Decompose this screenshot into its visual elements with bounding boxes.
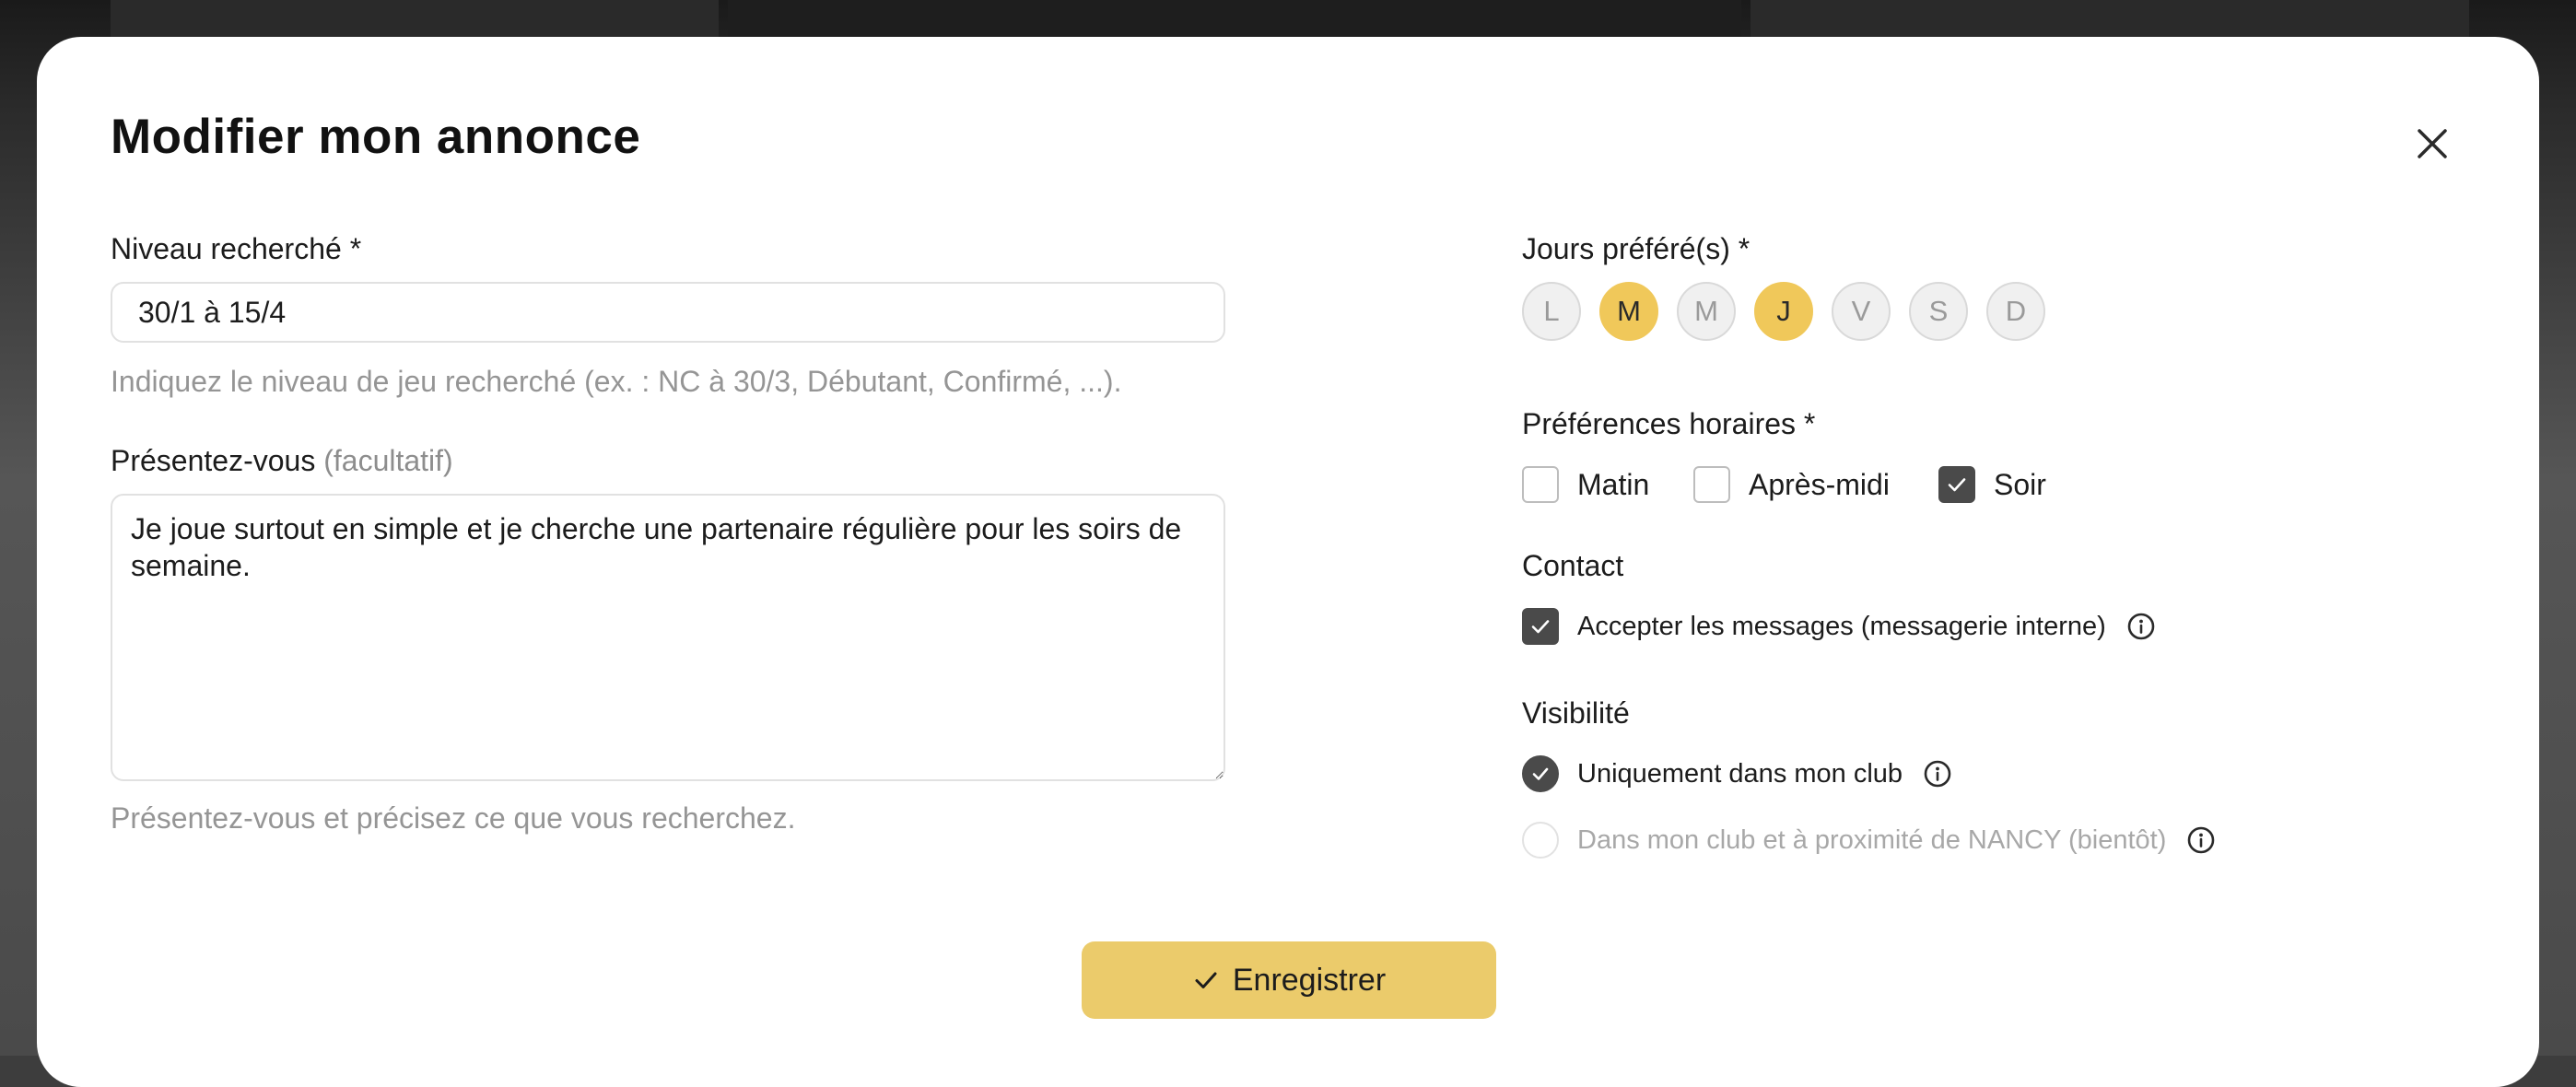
intro-label: Présentez-vous (facultatif) — [111, 444, 453, 478]
accept-messages-option[interactable]: Accepter les messages (messagerie intern… — [1522, 608, 2156, 645]
contact-label: Contact — [1522, 549, 1624, 582]
close-icon — [2418, 129, 2447, 158]
visibility-option-club[interactable]: Uniquement dans mon club — [1522, 755, 1952, 792]
visibility-club-info-button[interactable] — [1923, 759, 1952, 789]
day-toggle-tuesday[interactable]: M — [1599, 282, 1658, 341]
day-toggle-sunday[interactable]: D — [1986, 282, 2045, 341]
accept-messages-info-button[interactable] — [2126, 612, 2156, 641]
save-button-label: Enregistrer — [1232, 962, 1387, 998]
save-button[interactable]: Enregistrer — [1082, 941, 1496, 1019]
day-picker: L M M J V S D — [1522, 282, 2045, 341]
day-toggle-monday[interactable]: L — [1522, 282, 1581, 341]
morning-label: Matin — [1577, 467, 1650, 501]
backdrop-card — [728, 0, 1741, 37]
evening-label: Soir — [1994, 467, 2046, 501]
evening-checkbox[interactable] — [1938, 466, 1975, 503]
visibility-club-radio[interactable] — [1522, 755, 1559, 792]
checkmark-icon — [1532, 767, 1549, 780]
afternoon-checkbox[interactable] — [1693, 466, 1730, 503]
accept-messages-label: Accepter les messages (messagerie intern… — [1577, 611, 2106, 641]
intro-optional-text: (facultatif) — [323, 444, 453, 477]
intro-label-text: Présentez-vous — [111, 444, 316, 477]
backdrop-card — [111, 0, 719, 37]
time-preferences-label: Préférences horaires * — [1522, 407, 1816, 440]
info-icon — [2188, 826, 2215, 854]
day-toggle-saturday[interactable]: S — [1909, 282, 1968, 341]
check-icon — [1948, 478, 1966, 492]
visibility-option-nearby: Dans mon club et à proximité de NANCY (b… — [1522, 822, 2216, 859]
info-icon — [2127, 613, 2155, 640]
time-option-evening[interactable]: Soir — [1938, 466, 2046, 503]
day-toggle-friday[interactable]: V — [1832, 282, 1891, 341]
day-toggle-wednesday[interactable]: M — [1677, 282, 1736, 341]
time-option-afternoon[interactable]: Après-midi — [1693, 466, 1890, 503]
backdrop-card — [1751, 0, 2469, 37]
visibility-club-label: Uniquement dans mon club — [1577, 758, 1903, 789]
check-icon — [1531, 620, 1550, 634]
level-input[interactable] — [111, 282, 1225, 343]
intro-textarea[interactable]: Je joue surtout en simple et je cherche … — [111, 494, 1225, 781]
level-help-text: Indiquez le niveau de jeu recherché (ex.… — [111, 365, 1122, 398]
accept-messages-checkbox[interactable] — [1522, 608, 1559, 645]
visibility-nearby-label: Dans mon club et à proximité de NANCY (b… — [1577, 824, 2167, 855]
modal-title: Modifier mon annonce — [111, 110, 641, 164]
visibility-label: Visibilité — [1522, 696, 1630, 730]
visibility-nearby-info-button[interactable] — [2186, 825, 2216, 855]
check-icon — [1195, 972, 1217, 988]
intro-help-text: Présentez-vous et précisez ce que vous r… — [111, 801, 796, 835]
level-label: Niveau recherché * — [111, 232, 362, 265]
visibility-nearby-radio — [1522, 822, 1559, 859]
day-toggle-thursday[interactable]: J — [1754, 282, 1813, 341]
morning-checkbox[interactable] — [1522, 466, 1559, 503]
close-button[interactable] — [2406, 118, 2458, 169]
afternoon-label: Après-midi — [1749, 467, 1890, 501]
days-label: Jours préféré(s) * — [1522, 232, 1751, 265]
info-icon — [1924, 760, 1951, 788]
time-option-morning[interactable]: Matin — [1522, 466, 1649, 503]
